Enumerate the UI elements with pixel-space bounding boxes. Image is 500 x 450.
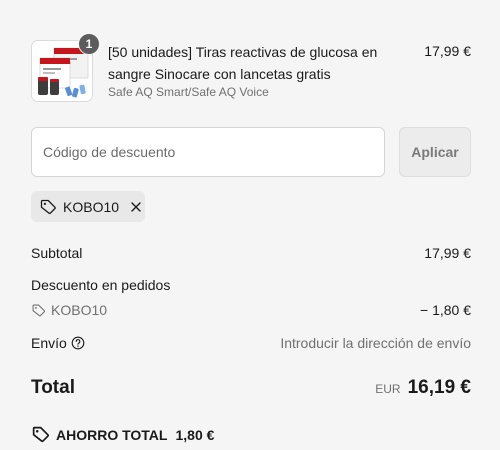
shipping-label: Envío bbox=[31, 335, 67, 351]
order-discount-row: Descuento en pedidos bbox=[31, 277, 471, 293]
discount-code-label: KOBO10 bbox=[51, 302, 108, 318]
close-icon[interactable] bbox=[129, 200, 143, 214]
total-savings: AHORRO TOTAL 1,80 € bbox=[31, 425, 214, 444]
discount-value: − 1,80 € bbox=[420, 302, 471, 318]
apply-discount-button[interactable]: Aplicar bbox=[399, 127, 471, 177]
product-price: 17,99 € bbox=[424, 43, 471, 59]
help-circle-icon[interactable] bbox=[71, 336, 85, 350]
shipping-row: Envío Introducir la dirección de envío bbox=[31, 335, 471, 351]
subtotal-value: 17,99 € bbox=[424, 245, 471, 261]
currency-code: EUR bbox=[375, 382, 401, 396]
discount-code-input[interactable] bbox=[31, 127, 385, 177]
quantity-badge: 1 bbox=[78, 33, 100, 55]
line-item: 1 [50 unidades] Tiras reactivas de gluco… bbox=[31, 33, 471, 102]
tag-icon bbox=[31, 303, 46, 318]
total-row: Total EUR 16,19 € bbox=[31, 377, 471, 399]
product-title: [50 unidades] Tiras reactivas de glucosa… bbox=[108, 44, 378, 82]
savings-label: AHORRO TOTAL bbox=[56, 426, 168, 443]
tag-icon bbox=[31, 425, 50, 444]
subtotal-label: Subtotal bbox=[31, 245, 83, 261]
coupon-code: KOBO10 bbox=[63, 198, 120, 215]
total-label: Total bbox=[31, 377, 75, 398]
shipping-value: Introducir la dirección de envío bbox=[280, 335, 471, 351]
order-discount-label: Descuento en pedidos bbox=[31, 277, 171, 293]
discount-code-row: KOBO10 − 1,80 € bbox=[31, 302, 471, 318]
tag-icon bbox=[39, 198, 57, 216]
total-amount: 16,19 € bbox=[407, 377, 471, 398]
subtotal-row: Subtotal 17,99 € bbox=[31, 245, 471, 261]
product-variant: Safe AQ Smart/Safe AQ Voice bbox=[108, 85, 269, 99]
applied-coupon-chip: KOBO10 bbox=[31, 191, 145, 222]
savings-value: 1,80 € bbox=[175, 426, 215, 443]
